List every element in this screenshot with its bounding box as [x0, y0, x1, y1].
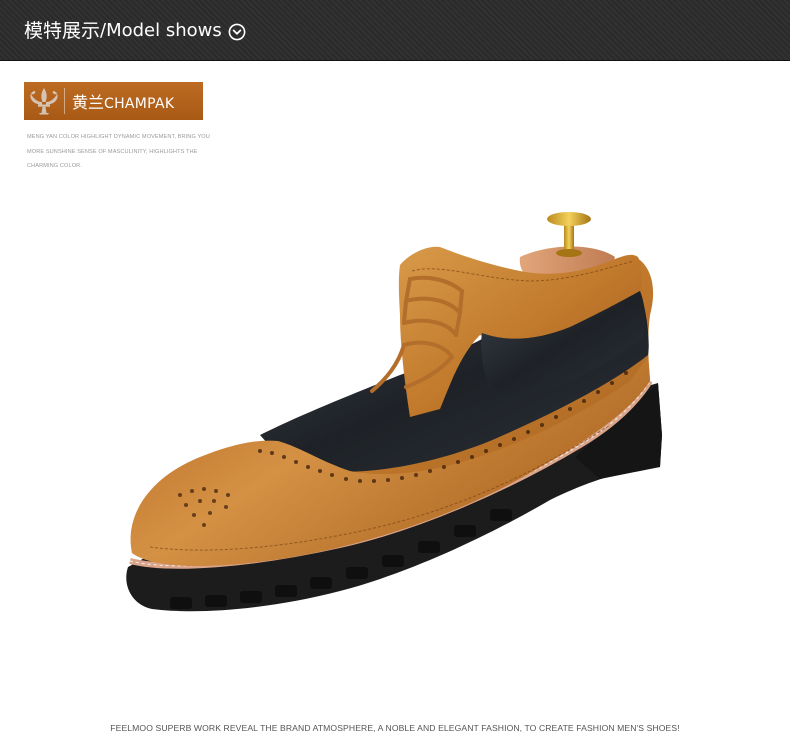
chevron-down-circle-icon	[228, 23, 246, 41]
brogue-shoe-photo	[110, 195, 680, 645]
section-header: 模特展示 /Model shows	[0, 0, 790, 61]
color-description: MENG YAN COLOR HIGHLIGHT DYNAMIC MOVEMEN…	[27, 134, 210, 169]
color-name: 黄兰CHAMPAK	[72, 89, 174, 113]
section-title-cn: 模特展示	[24, 20, 101, 42]
badge-divider	[64, 88, 65, 114]
color-badge: 黄兰CHAMPAK	[24, 82, 203, 120]
color-name-en: CHAMPAK	[104, 96, 175, 112]
section-title-en: /Model shows	[100, 20, 222, 41]
section-title: 模特展示 /Model shows	[24, 19, 246, 43]
footer-slogan: FEELMOO SUPERB WORK REVEAL THE BRAND ATM…	[110, 723, 680, 733]
color-name-cn: 黄兰	[72, 93, 105, 112]
fleur-de-lis-icon	[24, 82, 64, 120]
